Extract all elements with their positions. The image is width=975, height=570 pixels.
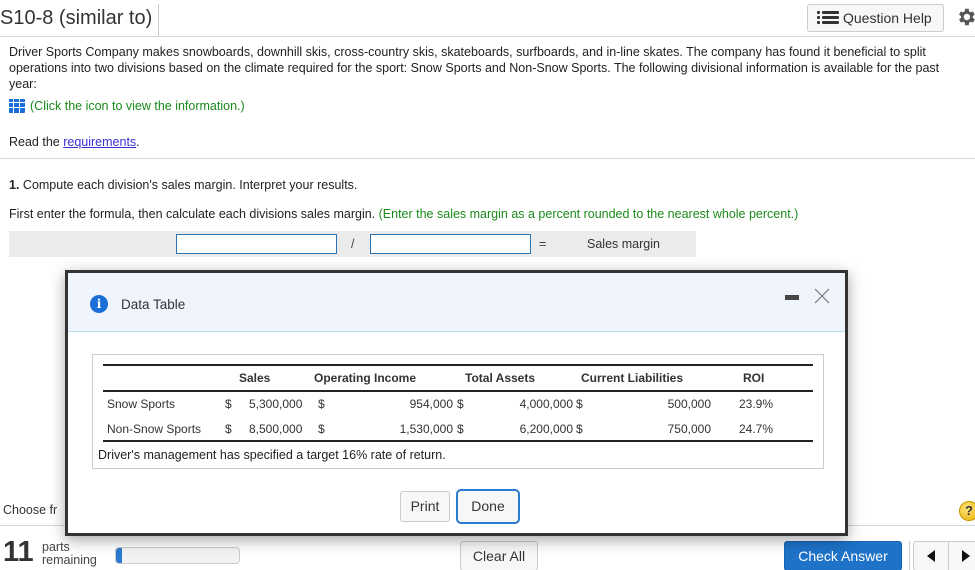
arrow-right-icon (961, 550, 970, 562)
table-rule-bottom (103, 440, 813, 442)
col-header-current-liabilities: Current Liabilities (581, 371, 684, 385)
formula-result-label: Sales margin (587, 237, 660, 251)
gear-icon[interactable] (955, 6, 975, 28)
done-button[interactable]: Done (456, 489, 520, 524)
arrow-left-icon (927, 550, 935, 562)
dialog-header: i Data Table (68, 273, 845, 332)
parts-remaining-label: parts remaining (42, 541, 97, 567)
check-answer-button[interactable]: Check Answer (784, 541, 902, 570)
view-info-link[interactable]: (Click the icon to view the information.… (9, 99, 245, 113)
instruction: First enter the formula, then calculate … (9, 207, 798, 221)
current-liabilities-value: 750,000 (667, 422, 711, 436)
question-number: 1. (9, 178, 20, 192)
question-nav (913, 541, 975, 570)
currency: $ (576, 422, 583, 436)
data-table: Sales Operating Income Total Assets Curr… (92, 354, 824, 469)
sales-value: 8,500,000 (249, 422, 303, 436)
remaining-label: remaining (42, 553, 97, 567)
col-header-sales: Sales (239, 371, 271, 385)
question-help-button[interactable]: Question Help (807, 4, 944, 32)
operating-income-value: 954,000 (409, 397, 453, 411)
problem-intro: Driver Sports Company makes snowboards, … (9, 45, 940, 91)
progress-bar (115, 547, 240, 564)
formula-numerator-input[interactable] (176, 234, 337, 254)
col-header-roi: ROI (743, 371, 765, 385)
table-rule-header (103, 390, 813, 392)
total-assets-value: 4,000,000 (519, 397, 573, 411)
list-icon (817, 11, 839, 25)
currency: $ (225, 422, 232, 436)
help-icon[interactable]: ? (959, 501, 975, 521)
col-header-operating-income: Operating Income (314, 371, 417, 385)
view-info-text[interactable]: (Click the icon to view the information.… (30, 99, 245, 113)
dialog-title: Data Table (121, 297, 186, 312)
header: S10-8 (similar to) Question Help (0, 0, 975, 37)
table-rule-top (103, 364, 813, 366)
info-icon: i (90, 295, 108, 313)
close-icon[interactable] (812, 286, 832, 306)
currency: $ (457, 422, 464, 436)
currency: $ (318, 397, 325, 411)
divide-operator: / (351, 237, 355, 251)
read-prefix: Read the (9, 135, 64, 149)
sales-value: 5,300,000 (249, 397, 303, 411)
formula-row: / = Sales margin (9, 231, 696, 257)
currency: $ (457, 397, 464, 411)
table-note: Driver's management has specified a targ… (98, 448, 446, 462)
data-table-dialog: i Data Table Sales Operating Income Tota… (65, 270, 848, 536)
question-body: Compute each division's sales margin. In… (19, 178, 358, 192)
total-assets-value: 6,200,000 (519, 422, 573, 436)
current-liabilities-value: 500,000 (667, 397, 711, 411)
division-name: Snow Sports (107, 397, 176, 411)
col-header-total-assets: Total Assets (465, 371, 536, 385)
next-button[interactable] (948, 542, 975, 570)
equals-sign: = (539, 237, 547, 251)
instruction-hint: (Enter the sales margin as a percent rou… (378, 207, 799, 221)
currency: $ (318, 422, 325, 436)
progress-fill (116, 548, 123, 563)
operating-income-value: 1,530,000 (399, 422, 453, 436)
divider (0, 158, 975, 159)
minimize-icon[interactable] (785, 295, 799, 300)
requirements-link[interactable]: requirements (63, 135, 136, 149)
previous-button[interactable] (914, 542, 948, 570)
page-title: S10-8 (similar to) (0, 4, 160, 36)
division-name: Non-Snow Sports (107, 422, 202, 436)
instruction-text: First enter the formula, then calculate … (9, 207, 379, 221)
print-button[interactable]: Print (400, 491, 450, 522)
nav-separator (909, 541, 910, 570)
currency: $ (225, 397, 232, 411)
currency: $ (576, 397, 583, 411)
roi-value: 24.7% (739, 422, 774, 436)
read-suffix: . (136, 135, 140, 149)
formula-denominator-input[interactable] (370, 234, 531, 254)
question-text: 1. Compute each division's sales margin.… (9, 178, 357, 192)
roi-value: 23.9% (739, 397, 774, 411)
choose-text: Choose fr (3, 503, 58, 517)
clear-all-button[interactable]: Clear All (460, 541, 538, 570)
parts-count: 11 (3, 536, 34, 568)
read-requirements: Read the requirements. (9, 135, 140, 149)
question-help-label: Question Help (843, 10, 932, 26)
table-grid-icon[interactable] (9, 99, 25, 113)
